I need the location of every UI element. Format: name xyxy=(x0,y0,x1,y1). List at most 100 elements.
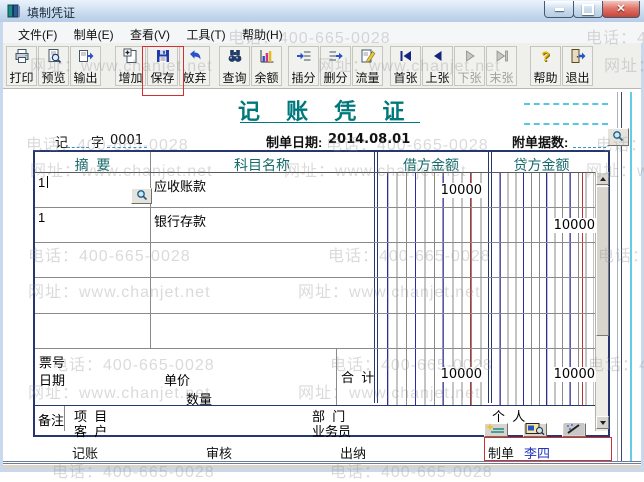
arrow-up-icon xyxy=(600,177,606,181)
exit-button[interactable]: 退出 xyxy=(562,46,593,86)
page-stack-edge xyxy=(630,92,632,461)
attachments-input[interactable] xyxy=(573,147,606,148)
row-separator xyxy=(35,313,608,314)
row-separator xyxy=(35,242,608,243)
column-header-account: 科目名称 xyxy=(150,155,374,175)
abandon-button[interactable]: 放弃 xyxy=(179,46,210,86)
delete-split-icon xyxy=(328,48,344,66)
voucher-title-underline xyxy=(240,122,420,123)
account-cell[interactable]: 应收账款 xyxy=(154,176,206,195)
previous-voucher-button[interactable]: 上张 xyxy=(422,46,453,86)
print-icon xyxy=(14,48,30,66)
voucher-word-input[interactable] xyxy=(67,147,89,148)
total-label: 合 计 xyxy=(341,367,374,386)
summary-lookup-button[interactable] xyxy=(131,188,152,204)
table-scrollbar[interactable] xyxy=(595,172,608,431)
salesman-label: 业务员 xyxy=(312,421,351,440)
preview-icon xyxy=(46,48,62,66)
voucher-number[interactable]: 0001 xyxy=(110,133,143,148)
preparer-label: 制单 xyxy=(488,443,514,462)
scrollbar-thumb[interactable] xyxy=(596,186,609,336)
attachments-search-button[interactable] xyxy=(607,128,629,146)
grid-line xyxy=(150,152,151,348)
voucher-table: 摘 要 科目名称 借方金额 贷方金额 1 应收账款 10000 1 银行存款 1… xyxy=(33,150,610,437)
maximize-icon xyxy=(582,4,594,15)
page-bottom-edge xyxy=(3,463,641,464)
summary-cell[interactable]: 1 xyxy=(38,210,45,225)
minimize-icon xyxy=(555,8,564,11)
export-button[interactable]: 输出 xyxy=(70,46,101,86)
grid-line xyxy=(336,348,337,405)
page-stack-edge xyxy=(617,92,618,461)
help-icon: ? xyxy=(541,48,550,64)
arrow-down-icon xyxy=(600,421,606,425)
bar-chart-icon xyxy=(259,48,275,66)
preparer-name: 李四 xyxy=(524,443,550,462)
magnifier-icon xyxy=(136,189,148,204)
first-icon xyxy=(398,48,414,66)
customer-label: 客 户 xyxy=(74,421,107,440)
cashier-label: 出纳 xyxy=(340,443,366,462)
row-separator xyxy=(35,348,608,349)
voucher-date-value[interactable]: 2014.08.01 xyxy=(328,132,410,147)
insert-split-button[interactable]: 插分 xyxy=(288,46,319,86)
magic-wand-button[interactable] xyxy=(562,423,586,437)
delete-split-button[interactable]: 删分 xyxy=(320,46,351,86)
preview-button[interactable]: 预览 xyxy=(38,46,69,86)
menu-voucher[interactable]: 制单(E) xyxy=(74,22,114,43)
voucher-word-prefix: 记 xyxy=(55,132,68,151)
total-credit-amount: 10000 xyxy=(553,367,596,382)
scroll-down-button[interactable] xyxy=(596,416,609,429)
menu-view[interactable]: 查看(V) xyxy=(130,22,170,43)
date-label: 日期 xyxy=(39,370,65,389)
window-title: 填制凭证 xyxy=(27,4,75,21)
quantity-label: 数量 xyxy=(186,389,212,408)
print-button[interactable]: 打印 xyxy=(6,46,37,86)
app-icon xyxy=(6,3,22,22)
first-voucher-button[interactable]: 首张 xyxy=(390,46,421,86)
remark-label: 备注 xyxy=(38,410,64,429)
close-icon: ✕ xyxy=(616,4,625,15)
decorative-dashed-line xyxy=(524,103,608,105)
magnifier-icon xyxy=(612,130,624,145)
menu-file[interactable]: 文件(F) xyxy=(18,22,57,43)
add-button[interactable]: 增加 xyxy=(115,46,146,86)
last-icon xyxy=(494,48,510,66)
magic-wand-icon xyxy=(564,423,584,438)
review-label: 审核 xyxy=(206,443,232,462)
menu-help[interactable]: 帮助(H) xyxy=(242,22,283,43)
next-voucher-button: 下张 xyxy=(454,46,485,86)
row-separator xyxy=(35,277,608,278)
debit-amount[interactable]: 10000 xyxy=(440,183,483,198)
summary-cell[interactable]: 1 xyxy=(38,175,45,190)
save-icon xyxy=(155,48,171,66)
close-button[interactable]: ✕ xyxy=(602,1,640,18)
column-header-summary: 摘 要 xyxy=(35,155,150,175)
export-icon xyxy=(78,48,94,66)
maximize-button[interactable] xyxy=(573,1,603,18)
scroll-up-button[interactable] xyxy=(596,172,609,185)
menu-tools[interactable]: 工具(T) xyxy=(186,22,225,43)
previous-icon xyxy=(430,48,446,66)
query-button[interactable]: 查询 xyxy=(219,46,250,86)
account-cell[interactable]: 银行存款 xyxy=(154,211,206,230)
titlebar[interactable]: 填制凭证 ✕ xyxy=(0,0,644,23)
screen-preview-button[interactable] xyxy=(523,423,547,437)
sparkle-list-button[interactable] xyxy=(484,423,508,437)
application-window: { "window": { "title": "填制凭证" }, "menu":… xyxy=(0,0,644,472)
exit-icon xyxy=(570,48,586,66)
balance-button[interactable]: 余额 xyxy=(251,46,282,86)
next-icon xyxy=(462,48,478,66)
row-separator xyxy=(35,207,608,208)
voucher-date-label: 制单日期: xyxy=(266,132,322,151)
save-button[interactable]: 保存 xyxy=(147,46,178,86)
minimize-button[interactable] xyxy=(544,1,574,18)
binoculars-icon xyxy=(227,48,243,66)
help-button[interactable]: ? 帮助 xyxy=(530,46,561,86)
flow-button[interactable]: 流量 xyxy=(352,46,383,86)
insert-split-icon xyxy=(296,48,312,66)
toolbar: 打印 预览 输出 增加 保存 放弃 查询 余额 插分 删分 流量 首张 xyxy=(3,43,641,89)
credit-amount[interactable]: 10000 xyxy=(553,218,596,233)
voucher-number-underline xyxy=(107,147,147,148)
ticket-no-label: 票号 xyxy=(39,352,65,371)
